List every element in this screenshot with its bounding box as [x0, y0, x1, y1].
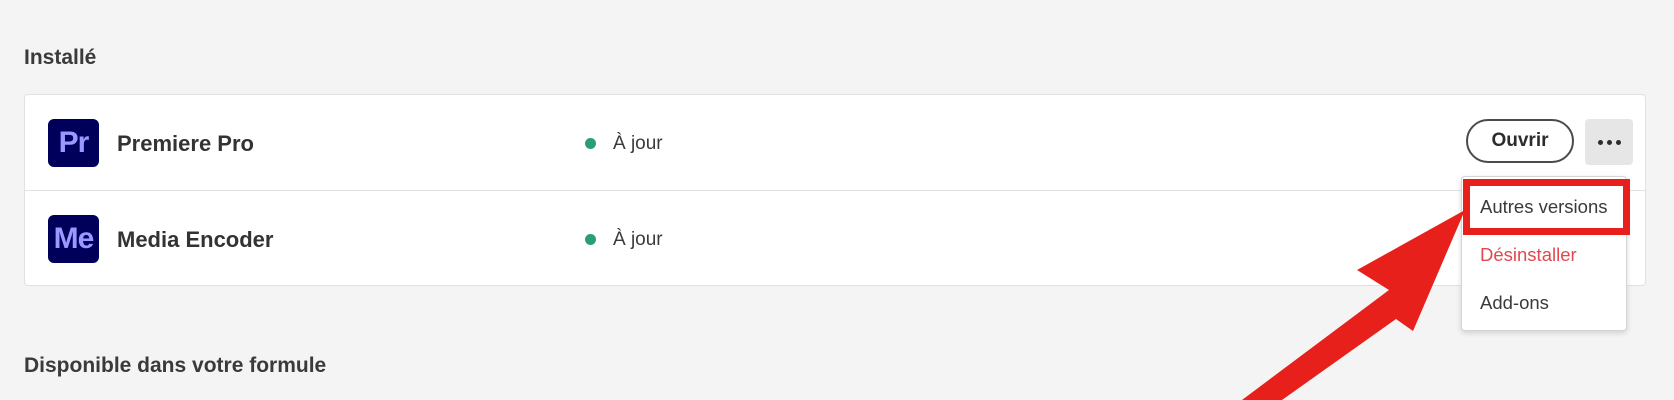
app-name: Media Encoder — [117, 227, 274, 252]
more-horizontal-icon — [1597, 139, 1603, 145]
annotation-highlight-box — [1463, 179, 1630, 235]
installed-section-title: Installé — [24, 46, 97, 69]
available-section-title: Disponible dans votre formule — [24, 354, 327, 377]
app-status: À jour — [613, 229, 663, 250]
menu-item-add-ons[interactable]: Add-ons — [1462, 292, 1626, 314]
app-status: À jour — [613, 133, 663, 154]
app-name: Premiere Pro — [117, 131, 254, 156]
installed-apps-list: Pr Premiere Pro À jour Ouvrir Me Media E… — [24, 94, 1646, 286]
menu-item-uninstall[interactable]: Désinstaller — [1462, 244, 1626, 266]
status-dot-icon — [585, 234, 596, 245]
premiere-pro-logo-icon: Pr — [48, 119, 99, 167]
status-dot-icon — [585, 138, 596, 149]
media-encoder-logo-icon: Me — [48, 215, 99, 263]
app-row-premiere-pro: Pr Premiere Pro À jour Ouvrir — [25, 95, 1645, 191]
open-button[interactable]: Ouvrir — [1466, 119, 1574, 163]
more-options-button[interactable] — [1585, 119, 1633, 165]
app-row-media-encoder: Me Media Encoder À jour — [25, 191, 1645, 287]
